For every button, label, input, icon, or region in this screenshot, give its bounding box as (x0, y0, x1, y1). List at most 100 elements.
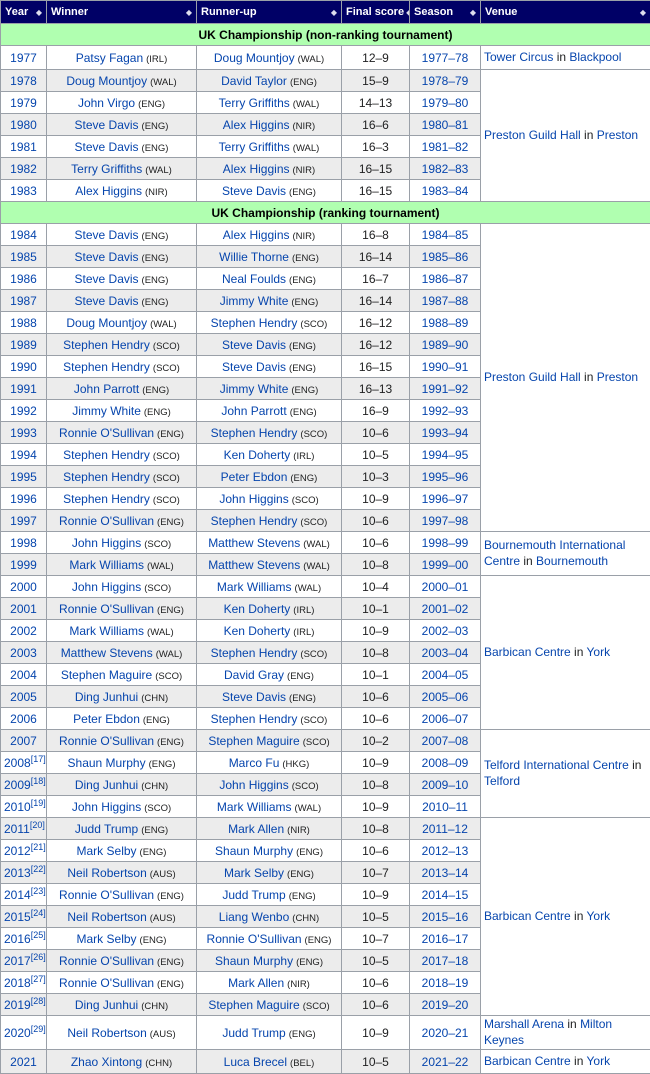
winner-link[interactable]: Ronnie O'Sullivan (59, 976, 154, 990)
season-link[interactable]: 1993–94 (422, 426, 469, 440)
runner-up-link[interactable]: John Higgins (219, 778, 288, 792)
season-link[interactable]: 2003–04 (422, 646, 469, 660)
year-link[interactable]: 1982 (10, 162, 37, 176)
season-link[interactable]: 2008–09 (422, 756, 469, 770)
winner-link[interactable]: Doug Mountjoy (66, 74, 147, 88)
year-link[interactable]: 1978 (10, 74, 37, 88)
runner-up-link[interactable]: David Taylor (221, 74, 287, 88)
runner-up-link[interactable]: Alex Higgins (223, 118, 290, 132)
runner-up-link[interactable]: Jimmy White (220, 382, 289, 396)
runner-up-link[interactable]: Ronnie O'Sullivan (207, 932, 302, 946)
year-link[interactable]: 1983 (10, 184, 37, 198)
winner-link[interactable]: Neil Robertson (67, 866, 146, 880)
winner-link[interactable]: Patsy Fagan (76, 51, 143, 65)
winner-link[interactable]: Ronnie O'Sullivan (59, 426, 154, 440)
winner-link[interactable]: Mark Selby (77, 844, 137, 858)
runner-up-link[interactable]: Judd Trump (222, 1026, 285, 1040)
reference-link[interactable]: [28] (31, 996, 46, 1006)
runner-up-link[interactable]: Marco Fu (229, 756, 280, 770)
runner-up-link[interactable]: Stephen Maguire (208, 998, 299, 1012)
sort-icon[interactable]: ◆ (470, 8, 476, 17)
runner-up-link[interactable]: Stephen Hendry (211, 514, 298, 528)
winner-link[interactable]: Steve Davis (75, 294, 139, 308)
winner-link[interactable]: Ding Junhui (75, 690, 138, 704)
runner-up-link[interactable]: Steve Davis (222, 360, 286, 374)
season-link[interactable]: 1980–81 (422, 118, 469, 132)
year-link[interactable]: 2016 (4, 932, 31, 946)
year-link[interactable]: 1979 (10, 96, 37, 110)
venue-city-link[interactable]: York (587, 1054, 611, 1068)
season-link[interactable]: 2002–03 (422, 624, 469, 638)
runner-up-link[interactable]: Judd Trump (222, 888, 285, 902)
winner-link[interactable]: Peter Ebdon (73, 712, 140, 726)
season-link[interactable]: 2006–07 (422, 712, 469, 726)
reference-link[interactable]: [21] (31, 842, 46, 852)
runner-up-link[interactable]: Shaun Murphy (215, 844, 293, 858)
year-link[interactable]: 1977 (10, 51, 37, 65)
column-header-final-score[interactable]: Final score◆ (342, 1, 410, 24)
runner-up-link[interactable]: Neal Foulds (222, 272, 286, 286)
year-link[interactable]: 2009 (4, 778, 31, 792)
winner-link[interactable]: John Higgins (72, 580, 141, 594)
year-link[interactable]: 1996 (10, 492, 37, 506)
year-link[interactable]: 1995 (10, 470, 37, 484)
year-link[interactable]: 2017 (4, 954, 31, 968)
year-link[interactable]: 2001 (10, 602, 37, 616)
venue-link[interactable]: Preston Guild Hall (484, 370, 581, 384)
winner-link[interactable]: Doug Mountjoy (66, 316, 147, 330)
year-link[interactable]: 1997 (10, 514, 37, 528)
runner-up-link[interactable]: Liang Wenbo (219, 910, 290, 924)
year-link[interactable]: 1990 (10, 360, 37, 374)
year-link[interactable]: 1987 (10, 294, 37, 308)
runner-up-link[interactable]: John Higgins (219, 492, 288, 506)
year-link[interactable]: 2002 (10, 624, 37, 638)
venue-link[interactable]: Preston Guild Hall (484, 128, 581, 142)
season-link[interactable]: 2001–02 (422, 602, 469, 616)
reference-link[interactable]: [22] (31, 864, 46, 874)
season-link[interactable]: 2004–05 (422, 668, 469, 682)
runner-up-link[interactable]: Stephen Hendry (211, 646, 298, 660)
winner-link[interactable]: John Higgins (72, 800, 141, 814)
runner-up-link[interactable]: Ken Doherty (224, 624, 291, 638)
runner-up-link[interactable]: Willie Thorne (219, 250, 289, 264)
year-link[interactable]: 1985 (10, 250, 37, 264)
venue-link[interactable]: Tower Circus (484, 50, 553, 64)
season-link[interactable]: 2015–16 (422, 910, 469, 924)
season-link[interactable]: 2000–01 (422, 580, 469, 594)
runner-up-link[interactable]: Alex Higgins (223, 228, 290, 242)
season-link[interactable]: 2016–17 (422, 932, 469, 946)
season-link[interactable]: 1977–78 (422, 51, 469, 65)
year-link[interactable]: 1988 (10, 316, 37, 330)
winner-link[interactable]: Ding Junhui (75, 778, 138, 792)
runner-up-link[interactable]: Stephen Hendry (211, 316, 298, 330)
sort-icon[interactable]: ◆ (186, 8, 192, 17)
season-link[interactable]: 2020–21 (422, 1026, 469, 1040)
runner-up-link[interactable]: Ken Doherty (224, 602, 291, 616)
year-link[interactable]: 2019 (4, 998, 31, 1012)
reference-link[interactable]: [20] (30, 820, 45, 830)
winner-link[interactable]: Alex Higgins (75, 184, 142, 198)
winner-link[interactable]: Ding Junhui (75, 998, 138, 1012)
venue-link[interactable]: Barbican Centre (484, 645, 571, 659)
year-link[interactable]: 2011 (4, 822, 30, 836)
runner-up-link[interactable]: Steve Davis (222, 690, 286, 704)
venue-city-link[interactable]: York (587, 645, 611, 659)
winner-link[interactable]: Shaun Murphy (68, 756, 146, 770)
season-link[interactable]: 2019–20 (422, 998, 469, 1012)
season-link[interactable]: 2014–15 (422, 888, 469, 902)
season-link[interactable]: 1990–91 (422, 360, 469, 374)
year-link[interactable]: 1992 (10, 404, 37, 418)
runner-up-link[interactable]: Matthew Stevens (208, 558, 300, 572)
winner-link[interactable]: Mark Selby (77, 932, 137, 946)
winner-link[interactable]: Terry Griffiths (71, 162, 142, 176)
year-link[interactable]: 2003 (10, 646, 37, 660)
year-link[interactable]: 1986 (10, 272, 37, 286)
winner-link[interactable]: Stephen Hendry (63, 338, 150, 352)
runner-up-link[interactable]: Terry Griffiths (219, 96, 290, 110)
season-link[interactable]: 2010–11 (422, 800, 468, 814)
venue-city-link[interactable]: Preston (597, 128, 638, 142)
winner-link[interactable]: Judd Trump (75, 822, 138, 836)
year-link[interactable]: 2015 (4, 910, 31, 924)
runner-up-link[interactable]: Steve Davis (222, 184, 286, 198)
reference-link[interactable]: [29] (31, 1024, 46, 1034)
